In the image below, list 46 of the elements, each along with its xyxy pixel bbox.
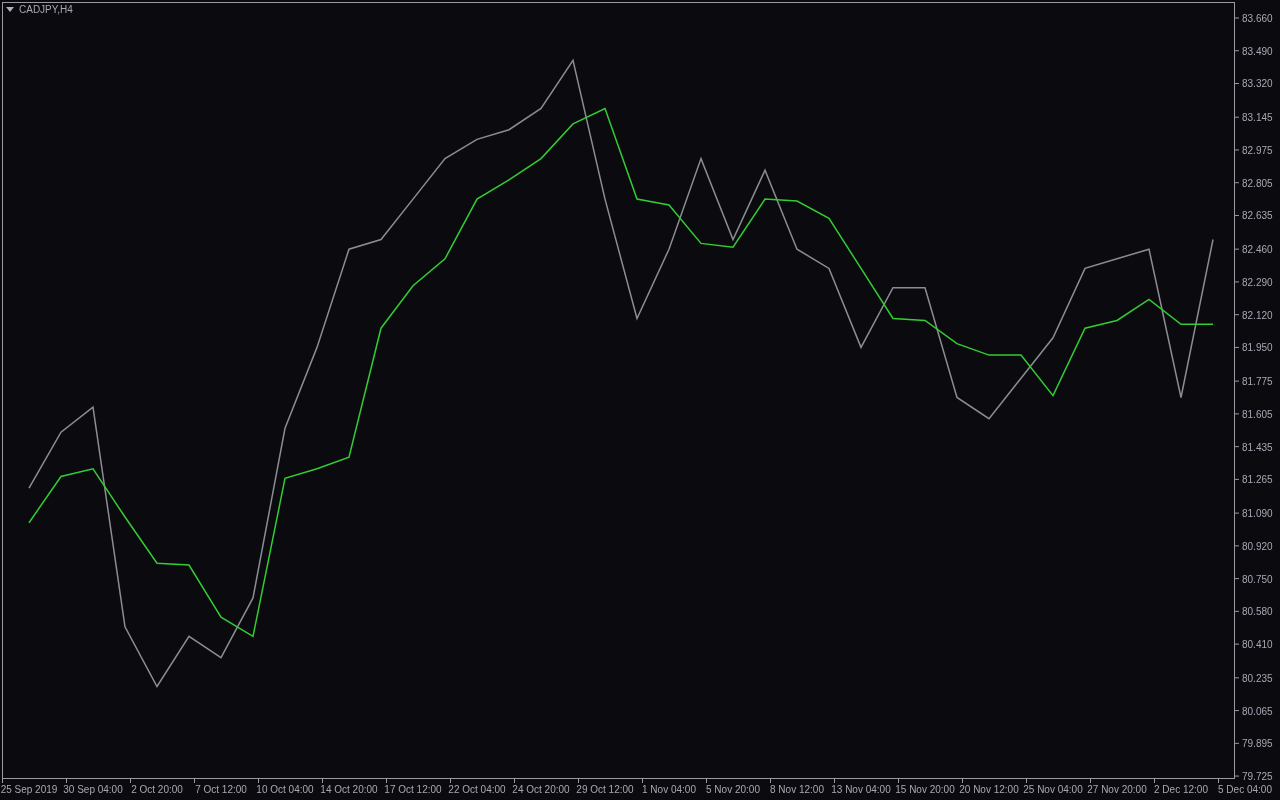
price-label: 80.410 — [1242, 639, 1273, 651]
price-label: 82.975 — [1242, 144, 1273, 156]
time-label: 25 Nov 04:00 — [1023, 784, 1083, 795]
time-label: 2 Dec 12:00 — [1154, 784, 1208, 795]
time-label: 15 Nov 20:00 — [895, 784, 955, 795]
price-label: 83.660 — [1242, 13, 1273, 24]
price-label: 81.775 — [1242, 376, 1273, 388]
price-label: 80.065 — [1242, 705, 1273, 717]
time-label: 14 Oct 20:00 — [320, 784, 378, 795]
price-label: 81.605 — [1242, 408, 1273, 420]
price-label: 81.950 — [1242, 342, 1273, 354]
chart-title: CADJPY,H4 — [19, 4, 73, 15]
time-label: 2 Oct 20:00 — [131, 784, 183, 795]
time-label: 20 Nov 12:00 — [959, 784, 1019, 795]
price-label: 80.580 — [1242, 606, 1273, 618]
time-label: 29 Oct 12:00 — [576, 784, 634, 795]
price-label: 81.090 — [1242, 508, 1273, 520]
price-label: 79.725 — [1242, 771, 1273, 783]
time-label: 13 Nov 04:00 — [831, 784, 891, 795]
price-label: 82.635 — [1242, 210, 1273, 222]
price-label: 80.750 — [1242, 573, 1273, 585]
time-label: 24 Oct 20:00 — [512, 784, 570, 795]
price-label: 83.490 — [1242, 45, 1273, 57]
price-label: 83.320 — [1242, 78, 1273, 90]
price-label: 79.895 — [1242, 738, 1273, 750]
time-label: 27 Nov 20:00 — [1087, 784, 1147, 795]
time-label: 25 Sep 2019 — [0, 784, 58, 795]
price-label: 80.920 — [1242, 540, 1273, 552]
price-label: 82.460 — [1242, 244, 1273, 256]
price-label: 82.120 — [1242, 309, 1273, 321]
time-label: 10 Oct 04:00 — [256, 784, 314, 795]
price-label: 82.805 — [1242, 177, 1273, 189]
time-label: 5 Nov 20:00 — [706, 784, 760, 795]
time-label: 7 Oct 12:00 — [195, 784, 247, 795]
time-label: 5 Dec 04:00 — [1218, 784, 1272, 795]
time-label: 1 Nov 04:00 — [642, 784, 696, 795]
price-label: 80.235 — [1242, 672, 1273, 684]
price-label: 82.290 — [1242, 276, 1273, 288]
price-label: 81.435 — [1242, 441, 1273, 453]
price-label: 83.145 — [1242, 112, 1273, 124]
time-label: 17 Oct 12:00 — [384, 784, 442, 795]
time-label: 22 Oct 04:00 — [448, 784, 506, 795]
time-label: 30 Sep 04:00 — [63, 784, 123, 795]
price-label: 81.265 — [1242, 474, 1273, 486]
time-label: 8 Nov 12:00 — [770, 784, 824, 795]
dropdown-icon[interactable] — [6, 7, 14, 12]
